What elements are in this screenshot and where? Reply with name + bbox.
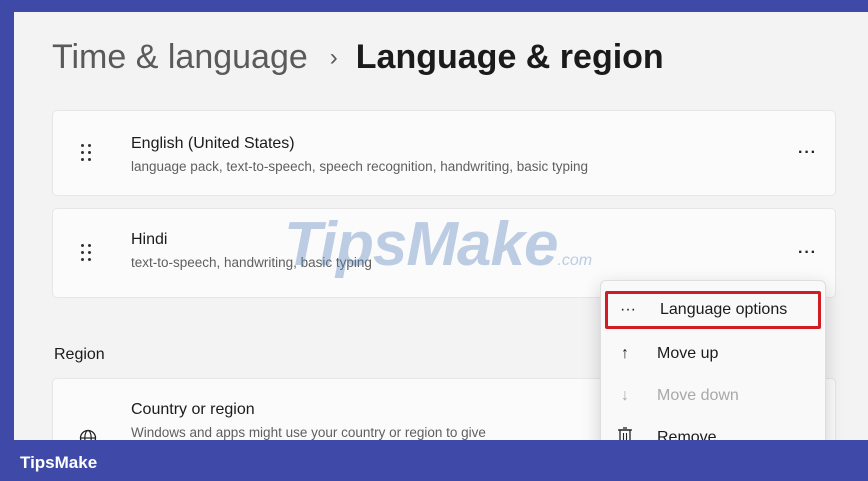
more-icon: ··· <box>620 301 636 318</box>
language-name: Hindi <box>131 231 168 248</box>
menu-item-label: Move up <box>657 345 719 362</box>
region-description: Windows and apps might use your country … <box>131 425 486 440</box>
menu-item-label: Move down <box>657 387 739 404</box>
language-item-english[interactable]: English (United States) language pack, t… <box>52 110 836 196</box>
drag-handle-icon[interactable] <box>81 244 93 262</box>
globe-icon <box>79 429 97 440</box>
menu-item-remove[interactable]: Remove <box>605 419 821 440</box>
menu-item-move-up[interactable]: ↑ Move up <box>605 335 821 373</box>
region-section-label: Region <box>54 346 105 363</box>
menu-item-language-options[interactable]: ··· Language options <box>605 291 821 329</box>
language-features: language pack, text-to-speech, speech re… <box>131 159 589 174</box>
more-options-button[interactable]: ··· <box>798 244 817 262</box>
arrow-down-icon: ↓ <box>621 387 629 404</box>
footer-bar: TipsMake <box>0 440 868 481</box>
arrow-up-icon: ↑ <box>621 345 629 362</box>
language-name: English (United States) <box>131 135 295 152</box>
menu-item-label: Language options <box>660 301 788 318</box>
drag-handle-icon[interactable] <box>81 144 93 162</box>
breadcrumb: Time & language › Language & region <box>52 38 664 77</box>
context-menu: ··· Language options ↑ Move up ↓ Move do… <box>600 280 826 440</box>
language-features: text-to-speech, handwriting, basic typin… <box>131 255 372 270</box>
footer-brand: TipsMake <box>20 453 98 472</box>
trash-icon <box>607 427 643 440</box>
menu-item-move-down: ↓ Move down <box>605 377 821 415</box>
breadcrumb-parent[interactable]: Time & language <box>52 38 308 77</box>
page-title: Language & region <box>355 38 664 76</box>
region-title: Country or region <box>131 401 255 418</box>
menu-item-label: Remove <box>657 429 717 440</box>
more-options-button[interactable]: ··· <box>798 144 817 162</box>
settings-window: Time & language › Language & region Engl… <box>14 12 868 440</box>
breadcrumb-separator-icon: › <box>329 43 338 71</box>
